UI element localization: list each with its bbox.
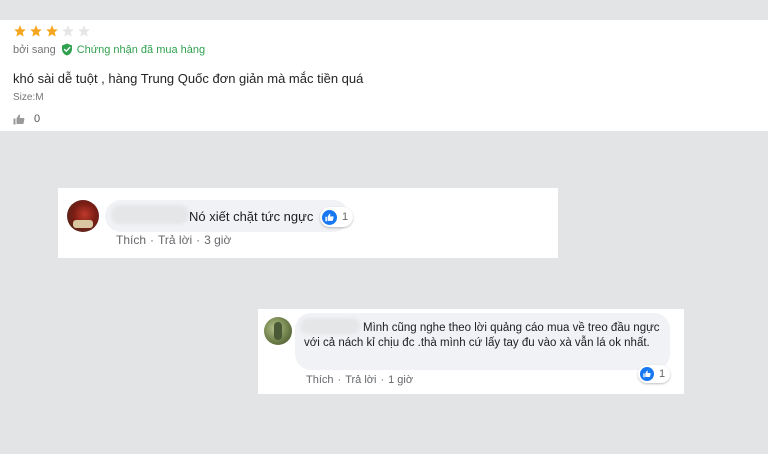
comment-bubble: Mình cũng nghe theo lời quảng cáo mua về… xyxy=(295,313,670,370)
comment-bubble: Nó xiết chặt tức ngực xyxy=(105,200,349,232)
verified-label: Chứng nhận đã mua hàng xyxy=(76,43,206,56)
star-filled-icon xyxy=(46,25,58,37)
star-filled-icon xyxy=(14,25,26,37)
star-empty-icon xyxy=(78,25,90,37)
comment-actions: Thích · Trả lời · 3 giờ xyxy=(116,233,232,247)
avatar[interactable] xyxy=(67,200,99,232)
review-card: bởi sang Chứng nhận đã mua hàng khó sài … xyxy=(0,20,768,131)
verified-purchase-badge: Chứng nhận đã mua hàng xyxy=(61,43,205,56)
size-label: Size:M xyxy=(13,92,44,103)
like-link[interactable]: Thích xyxy=(116,233,146,247)
comment-timestamp[interactable]: 1 giờ xyxy=(388,374,413,386)
star-filled-icon xyxy=(30,25,42,37)
reviewer-row: bởi sang Chứng nhận đã mua hàng xyxy=(13,43,205,56)
thumbs-up-icon xyxy=(13,114,25,124)
comment-text: Mình cũng nghe theo lời quảng cáo mua về… xyxy=(304,322,660,349)
commenter-name-redacted xyxy=(111,205,189,224)
rating-stars xyxy=(13,24,91,38)
like-link[interactable]: Thích xyxy=(306,374,334,386)
like-reaction-icon xyxy=(640,367,654,381)
review-like-button[interactable]: 0 xyxy=(13,113,40,125)
comment-actions: Thích · Trả lời · 1 giờ xyxy=(306,374,414,386)
reply-link[interactable]: Trả lời xyxy=(345,374,376,386)
shield-check-icon xyxy=(61,43,72,56)
comment-timestamp[interactable]: 3 giờ xyxy=(204,233,231,247)
reply-link[interactable]: Trả lời xyxy=(158,233,192,247)
like-count: 0 xyxy=(34,113,41,125)
comment-panel-1: Nó xiết chặt tức ngực 1 Thích · Trả lời … xyxy=(58,188,558,258)
reaction-summary[interactable]: 1 xyxy=(320,207,354,227)
comment-text: Nó xiết chặt tức ngực xyxy=(189,209,314,224)
reviewer-name: bởi sang xyxy=(13,43,56,56)
like-reaction-icon xyxy=(322,209,337,225)
avatar[interactable] xyxy=(264,317,292,345)
reaction-summary[interactable]: 1 xyxy=(638,365,671,383)
comment-panel-2: Mình cũng nghe theo lời quảng cáo mua về… xyxy=(258,309,684,394)
star-empty-icon xyxy=(62,25,74,37)
reaction-count: 1 xyxy=(342,211,349,223)
review-text: khó sài dễ tuột , hàng Trung Quốc đơn gi… xyxy=(13,71,364,86)
reaction-count: 1 xyxy=(659,368,666,380)
